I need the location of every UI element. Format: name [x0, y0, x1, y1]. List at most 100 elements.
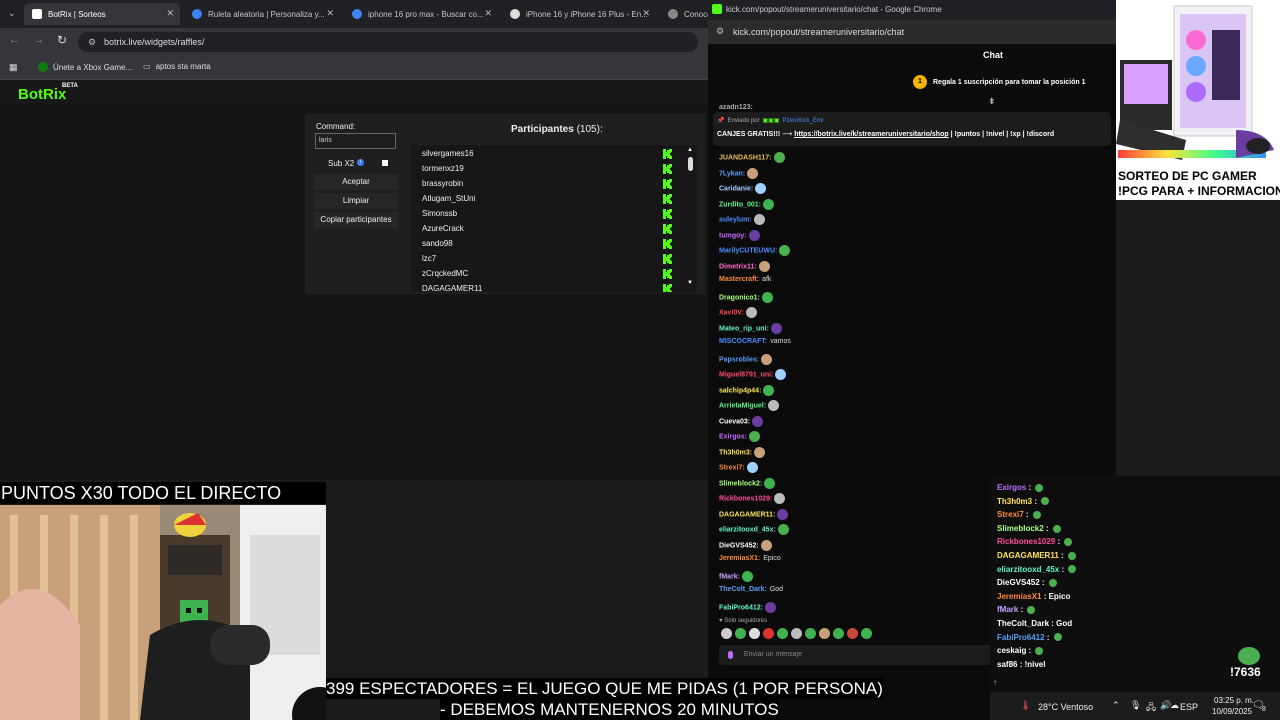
gift-subscription-banner[interactable]: 1 Regala 1 suscripción para tomar la pos… — [913, 75, 1086, 89]
chat-username[interactable]: eliarzitooxd_45x: — [719, 526, 776, 533]
chat-username[interactable]: ArrietaMiguel: — [719, 402, 766, 409]
apps-grid-icon[interactable]: ▦ — [9, 62, 18, 73]
chat-username[interactable]: suleylum: — [719, 216, 752, 223]
forward-icon[interactable]: → — [33, 34, 44, 46]
chat-username[interactable]: JUANDASH117: — [719, 154, 772, 161]
reload-icon[interactable]: ↻ — [57, 33, 67, 47]
clock-time[interactable]: 03:25 p. m. — [1214, 696, 1254, 705]
emote-icon[interactable] — [805, 628, 816, 639]
emote-icon[interactable] — [721, 628, 732, 639]
site-info-icon[interactable]: ⚙ — [88, 32, 96, 52]
chat-message: eliarzitooxd_45x: — [719, 524, 789, 535]
scrollbar-thumb[interactable] — [688, 157, 693, 171]
subx2-checkbox[interactable] — [382, 160, 388, 166]
chat-username[interactable]: Papsrobles: — [719, 356, 759, 363]
close-tab-icon[interactable]: ✕ — [326, 8, 334, 19]
chat-username[interactable]: MarilyCUTEUWU: — [719, 247, 777, 254]
participants-scrollbar[interactable]: ▲ ▼ — [687, 147, 693, 290]
chat-input[interactable]: Enviar un mensaje — [719, 645, 993, 665]
clock-date[interactable]: 10/09/2025 — [1212, 707, 1252, 716]
chat-username[interactable]: DieGVS452: — [719, 542, 759, 549]
tab-botrix[interactable]: BotRix | Sorteos ✕ — [24, 3, 180, 25]
accept-button[interactable]: Aceptar — [314, 174, 398, 190]
chat-username[interactable]: Cueva03: — [719, 418, 750, 425]
close-tab-icon[interactable]: ✕ — [166, 8, 174, 19]
chat-username[interactable]: Slimeblock2: — [719, 480, 762, 487]
chat-username[interactable]: Th3h0m3: — [719, 449, 752, 456]
weather-icon[interactable]: 🌡 — [1020, 700, 1031, 711]
chat-username[interactable]: Dragonico1: — [719, 294, 760, 301]
emote-icon[interactable] — [777, 628, 788, 639]
command-input[interactable]: laris — [315, 133, 396, 149]
clear-button[interactable]: Limpiar — [314, 193, 398, 209]
language-indicator[interactable]: ESP — [1180, 702, 1198, 712]
chat-username[interactable]: Mastercraft: — [719, 276, 759, 283]
chat-username[interactable]: DAGAGAMER11: — [719, 511, 775, 518]
mic-tray-icon[interactable]: 🎙 — [1130, 700, 1141, 711]
emote-icon[interactable] — [833, 628, 844, 639]
scroll-up-icon[interactable]: ▲ — [687, 147, 693, 153]
pin-icon: 📌 — [717, 118, 725, 124]
overlay-chat-message: ceskaig : — [997, 646, 1044, 655]
separator: : — [1043, 523, 1051, 533]
cut-message-user: azadn123: — [719, 104, 753, 110]
tab-ruleta[interactable]: Ruleta aleatoria | Personaliza y... ✕ — [184, 3, 340, 25]
chat-username[interactable]: TheColt_Dark: — [719, 586, 767, 593]
emote-icon — [754, 446, 766, 458]
emote-icon[interactable] — [861, 628, 872, 639]
chat-username[interactable]: MISCOCRAFT: — [719, 338, 767, 345]
back-icon[interactable]: ← — [9, 34, 20, 46]
network-icon[interactable]: 🖧 — [1146, 700, 1156, 716]
chat-username[interactable]: Mateo_rip_uni: — [719, 325, 769, 332]
close-tab-icon[interactable]: ✕ — [484, 8, 492, 19]
weather-text[interactable]: 28°C Ventoso — [1038, 702, 1093, 712]
emote-icon[interactable] — [791, 628, 802, 639]
close-tab-icon[interactable]: ✕ — [642, 8, 650, 19]
emote-icon[interactable] — [847, 628, 858, 639]
chat-username[interactable]: tumgoy: — [719, 232, 747, 239]
info-icon[interactable]: i — [357, 159, 364, 166]
chat-username[interactable]: Dimetrix11: — [719, 263, 757, 270]
bookmark-xbox[interactable]: Únete a Xbox Game... — [38, 62, 132, 72]
chat-username: saf86 — [997, 659, 1018, 669]
tab-list-icon[interactable]: ⌄ — [8, 8, 20, 20]
viewers-goal-line1: 399 ESPECTADORES = EL JUEGO QUE ME PIDAS… — [326, 678, 883, 699]
site-info-icon[interactable]: ⚙ — [716, 26, 724, 37]
chat-username[interactable]: Exirgos: — [719, 433, 747, 440]
botrix-logo[interactable]: BotRix — [18, 86, 66, 103]
mic-icon[interactable] — [728, 651, 733, 659]
copy-participants-button[interactable]: Copiar participantes — [314, 212, 398, 228]
chat-username[interactable]: Zurdito_001: — [719, 201, 761, 208]
overlay-chat-message: eliarzitooxd_45x : — [997, 565, 1077, 574]
pinned-message[interactable]: 📌 Enviado por ▣▣▣ PzeroKick_Emi CANJES G… — [713, 112, 1111, 146]
collapse-pinned-icon[interactable]: ⇟ — [988, 96, 996, 107]
chat-username[interactable]: fMark: — [719, 573, 740, 580]
chat-username[interactable]: FabiPro6412: — [719, 604, 763, 611]
tray-chevron-icon[interactable]: ⌃ — [1112, 700, 1120, 711]
emote-icon[interactable] — [819, 628, 830, 639]
emote-icon[interactable] — [749, 628, 760, 639]
onedrive-icon[interactable]: ☁ — [1170, 700, 1179, 711]
tab-conoce[interactable]: Conoce — [660, 3, 708, 25]
chat-text: Epico — [1048, 591, 1071, 601]
participants-list[interactable]: silvergames16 tormenxz19 brassyrobin Atl… — [411, 145, 697, 292]
scroll-down-icon[interactable]: ▼ — [687, 280, 693, 286]
chat-username[interactable]: JeremiasX1: — [719, 555, 760, 562]
chat-username[interactable]: Rickbones1029: — [719, 495, 772, 502]
bookmark-label: aptos sta marta — [155, 62, 211, 71]
chat-username[interactable]: Miguel8791_uni: — [719, 371, 773, 378]
chat-username[interactable]: Strexi7: — [719, 464, 745, 471]
bookmark-folder[interactable]: ▭ aptos sta marta — [143, 62, 211, 71]
tab-google-search[interactable]: iphone 16 pro max - Buscar co... ✕ — [344, 3, 498, 25]
tab-apple[interactable]: iPhone 16 y iPhone 16 Plus - En... ✕ — [502, 3, 656, 25]
chat-username[interactable]: Caridanie: — [719, 185, 753, 192]
address-bar[interactable]: ⚙ botrix.live/widgets/raffles/ — [78, 32, 698, 52]
chat-username[interactable]: salchip4p44: — [719, 387, 761, 394]
emote-icon — [746, 462, 758, 473]
chat-username[interactable]: 7Lykan: — [719, 170, 745, 177]
emote-icon[interactable] — [735, 628, 746, 639]
pinned-link[interactable]: https://botrix.live/k/streameruniversita… — [794, 131, 948, 138]
chat-username[interactable]: Xavi0V: — [719, 309, 744, 316]
emote-icon[interactable] — [763, 628, 774, 639]
chat-text: Epico — [763, 555, 781, 562]
